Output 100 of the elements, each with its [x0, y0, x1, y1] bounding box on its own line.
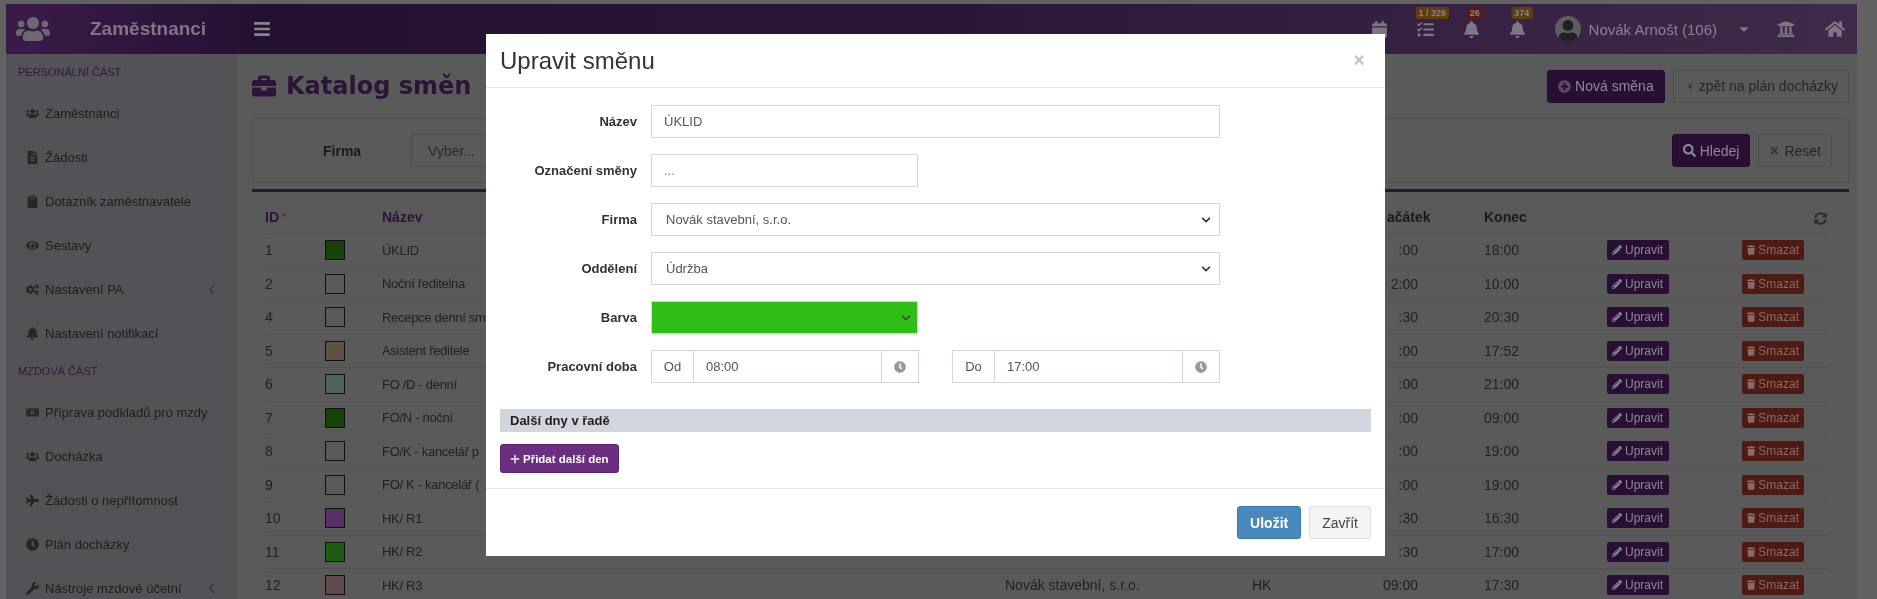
input-field[interactable]: ÚKLID [651, 105, 1220, 138]
column-header[interactable]: Název [382, 209, 423, 225]
field-label: Název [598, 114, 637, 129]
search-button[interactable]: Hledej [1671, 134, 1751, 167]
pencil-icon [1612, 546, 1622, 557]
bell-icon[interactable] [1463, 20, 1481, 38]
edit-button[interactable]: Upravit [1607, 575, 1669, 596]
edit-button[interactable]: Upravit [1607, 273, 1669, 294]
calendar-icon[interactable] [1371, 20, 1389, 38]
table-cell: 9 [265, 476, 273, 493]
eye-icon [26, 238, 39, 252]
table-cell: 19:00 [1484, 476, 1520, 493]
field-label: Označení směny [533, 163, 637, 178]
trash-icon [1747, 278, 1756, 289]
input-field[interactable]: ... [651, 154, 918, 187]
delete-button[interactable]: Smazat [1742, 508, 1804, 529]
delete-button[interactable]: Smazat [1742, 240, 1804, 261]
sidebar-item[interactable]: Zaměstnanci [6, 91, 237, 135]
field-label: Pracovní doba [546, 359, 637, 374]
delete-button[interactable]: Smazat [1742, 575, 1804, 596]
wrench-icon [26, 581, 39, 595]
edit-button[interactable]: Upravit [1607, 441, 1669, 462]
new-shift-button[interactable]: Nová směna [1547, 69, 1665, 103]
pencil-icon [1612, 379, 1622, 390]
delete-button[interactable]: Smazat [1742, 340, 1804, 361]
table-cell: 17:52 [1484, 342, 1520, 359]
edit-button[interactable]: Upravit [1607, 240, 1669, 261]
close-icon [1769, 145, 1781, 156]
bank-icon[interactable] [1777, 20, 1795, 38]
count-badge: 374 [1511, 6, 1533, 19]
pencil-icon [1612, 278, 1622, 289]
pencil-icon [1612, 580, 1622, 591]
save-button[interactable]: Uložit [1237, 506, 1302, 539]
table-cell: 21:00 [1484, 376, 1520, 393]
clock-icon [26, 537, 39, 551]
table-cell: FO /D - denní [382, 376, 457, 392]
home-icon[interactable] [1825, 19, 1845, 39]
edit-button[interactable]: Upravit [1607, 340, 1669, 361]
user-name[interactable]: Novák Arnošt (106) [1588, 20, 1717, 38]
edit-button[interactable]: Upravit [1607, 307, 1669, 328]
clock-icon [1195, 360, 1207, 373]
color-select[interactable] [651, 301, 918, 334]
column-header[interactable]: ačátek [1387, 209, 1431, 225]
close-dialog-button[interactable]: Zavřít [1309, 506, 1371, 539]
delete-button[interactable]: Smazat [1742, 407, 1804, 428]
pencil-icon [1612, 345, 1622, 356]
menu-icon[interactable] [253, 20, 271, 38]
delete-button[interactable]: Smazat [1742, 307, 1804, 328]
delete-button[interactable]: Smazat [1742, 541, 1804, 562]
trash-icon [1747, 479, 1756, 490]
sidebar-item[interactable]: Nástroje mzdové účetní [6, 566, 237, 599]
task-list-icon[interactable] [1417, 20, 1435, 38]
page-title: Katalog směn [286, 72, 472, 100]
edit-button[interactable]: Upravit [1607, 374, 1669, 395]
chevron-icon [901, 312, 911, 323]
column-header[interactable]: ID [265, 209, 289, 225]
sidebar-item[interactable]: Nastavení PA [6, 267, 237, 311]
sidebar-item[interactable]: Plán docházky [6, 522, 237, 566]
bell-icon[interactable] [1509, 20, 1527, 38]
delete-button[interactable]: Smazat [1742, 374, 1804, 395]
trash-icon [1747, 245, 1756, 256]
column-header[interactable]: Konec [1484, 209, 1527, 225]
sidebar-item[interactable]: Dotazník zaměstnavatele [6, 179, 237, 223]
sidebar-item[interactable]: Příprava podkladů pro mzdy [6, 390, 237, 434]
edit-button[interactable]: Upravit [1607, 508, 1669, 529]
table-cell: :00 [1398, 409, 1418, 426]
time-field[interactable]: Od 08:00 [651, 350, 919, 383]
app-title: Zaměstnanci [90, 18, 207, 40]
table-cell: HK/ R3 [382, 577, 423, 593]
edit-button[interactable]: Upravit [1607, 407, 1669, 428]
table-cell: FO/N - noční [382, 410, 453, 426]
select-field[interactable]: Novák stavební, s.r.o. [651, 203, 1220, 236]
time-field[interactable]: Do 17:00 [952, 350, 1220, 383]
table-cell: 20:30 [1484, 309, 1520, 326]
search-icon [1682, 144, 1696, 157]
sidebar-item[interactable]: Docházka [6, 434, 237, 478]
pencil-icon [1612, 446, 1622, 457]
refresh-icon[interactable] [1814, 212, 1827, 225]
table-cell: 09:00 [1484, 409, 1520, 426]
field-label: Firma [600, 212, 637, 227]
delete-button[interactable]: Smazat [1742, 474, 1804, 495]
sidebar-item[interactable]: Sestavy [6, 223, 237, 267]
delete-button[interactable]: Smazat [1742, 441, 1804, 462]
close-button[interactable]: × [1347, 49, 1371, 72]
add-day-button[interactable]: Přidat další den [500, 444, 619, 473]
table-cell: Novák stavební, s.r.o. [1005, 577, 1140, 594]
field-label: Oddělení [580, 261, 637, 276]
delete-button[interactable]: Smazat [1742, 273, 1804, 294]
sidebar-item[interactable]: Žádosti [6, 135, 237, 179]
edit-button[interactable]: Upravit [1607, 541, 1669, 562]
avatar[interactable] [1554, 16, 1581, 42]
trash-icon [1747, 412, 1756, 423]
pencil-icon [1612, 479, 1622, 490]
sidebar-item[interactable]: Nastavení notifikací [6, 311, 237, 355]
sidebar-item[interactable]: Žádosti o nepřítomnost [6, 478, 237, 522]
table-cell: 17:00 [1484, 543, 1520, 560]
chevron-icon [1201, 263, 1211, 274]
edit-button[interactable]: Upravit [1607, 474, 1669, 495]
select-field[interactable]: Údržba [651, 252, 1220, 285]
table-cell: HK/ R2 [382, 544, 423, 560]
